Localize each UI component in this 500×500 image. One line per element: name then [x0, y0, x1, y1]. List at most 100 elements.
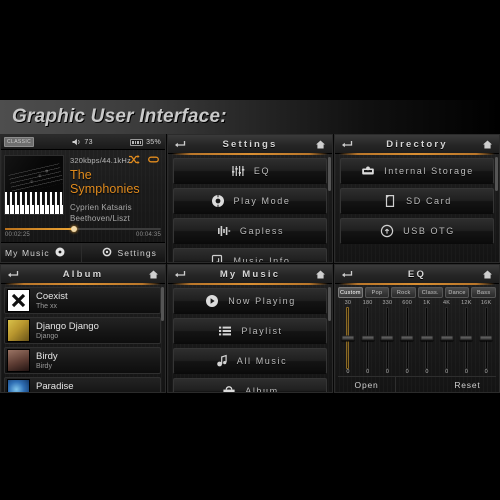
album-name: Paradise: [36, 380, 74, 392]
my-music-item-label: Album: [245, 386, 279, 393]
album-name: Birdy: [36, 350, 58, 362]
eq-reset-button[interactable]: Reset: [439, 377, 496, 392]
back-icon[interactable]: [173, 138, 186, 151]
repeat-icon[interactable]: [148, 155, 159, 164]
my-music-item-all-music[interactable]: All Music: [173, 348, 327, 374]
back-icon[interactable]: [6, 268, 19, 281]
screenshot-root: Graphic User Interface: CLASSIC 73 35% 3…: [0, 0, 500, 500]
battery-icon: [130, 138, 144, 146]
my-music-item-album[interactable]: Album: [173, 378, 327, 393]
album-name: Django Django: [36, 320, 99, 332]
album-list-item[interactable]: Paradise Clodplay: [4, 377, 161, 392]
eq-preset-pop[interactable]: Pop: [364, 287, 390, 298]
settings-item-play-mode[interactable]: Play Mode: [173, 188, 327, 214]
home-icon[interactable]: [481, 138, 494, 151]
play-mode-icon: [210, 193, 226, 209]
eq-slider-600[interactable]: [397, 307, 417, 369]
eq-slider-handle[interactable]: [440, 335, 454, 341]
elapsed-time: 00:02:25: [5, 232, 30, 238]
all-music-icon: [213, 353, 229, 369]
shuffle-icon[interactable]: [129, 155, 140, 164]
my-music-button[interactable]: My Music: [1, 243, 81, 262]
home-icon[interactable]: [481, 268, 494, 281]
album-thumbnail: [7, 289, 30, 312]
speaker-icon: [72, 135, 81, 151]
back-icon[interactable]: [173, 268, 186, 281]
album-list-item[interactable]: Django Django Django: [4, 317, 161, 344]
my-music-icon: [55, 244, 65, 262]
settings-button[interactable]: Settings: [80, 243, 166, 262]
my-music-scrollbar[interactable]: [328, 287, 331, 321]
eq-open-button[interactable]: Open: [338, 377, 395, 392]
eq-slider-handle[interactable]: [341, 335, 355, 341]
now-playing-block: 320kbps/44.1kHz The Symphonies Cyprien K…: [1, 150, 165, 224]
settings-item-label: Play Mode: [233, 196, 291, 206]
settings-scrollbar[interactable]: [328, 157, 331, 191]
home-icon[interactable]: [147, 268, 160, 281]
track-title: The Symphonies: [70, 168, 140, 196]
play-circle-icon: [204, 293, 220, 309]
eq-preset-bass[interactable]: Bass: [471, 287, 497, 298]
eq-value: 0: [385, 369, 389, 375]
eq-value: 0: [346, 369, 350, 375]
settings-title: Settings: [222, 138, 278, 150]
album-artist: Birdy: [36, 362, 52, 370]
eq-preset-custom[interactable]: Custom: [338, 287, 363, 298]
gapless-icon: [216, 223, 232, 239]
volume-value: 73: [84, 138, 93, 146]
eq-value-labels: 0 0 0 0 0 0 0 0: [338, 369, 496, 375]
album-scrollbar[interactable]: [161, 287, 164, 321]
album-list-item[interactable]: Birdy Birdy: [4, 347, 161, 374]
directory-item-usb-otg[interactable]: USB OTG: [340, 218, 494, 244]
back-icon[interactable]: [340, 138, 353, 151]
eq-slider-12k[interactable]: [457, 307, 477, 369]
progress-slider[interactable]: [5, 226, 161, 232]
album-art[interactable]: [4, 155, 64, 215]
album-header: Album: [1, 265, 165, 285]
track-composer: Beethoven/Liszt: [70, 214, 130, 223]
eq-freq-label: 12K: [461, 300, 472, 306]
eq-value: 0: [445, 369, 449, 375]
eq-preset-dance[interactable]: Dance: [444, 287, 470, 298]
eq-slider-30[interactable]: [338, 307, 358, 369]
progress-knob[interactable]: [70, 226, 77, 232]
my-music-item-now-playing[interactable]: Now Playing: [173, 288, 327, 314]
album-item-text: Coexist The xx: [36, 291, 68, 311]
settings-label: Settings: [117, 247, 157, 258]
settings-item-music-info[interactable]: Music Info: [173, 248, 327, 262]
album-item-text: Birdy Birdy: [36, 351, 58, 371]
battery-indicator: 35%: [130, 138, 161, 146]
eq-slider-handle[interactable]: [420, 335, 434, 341]
eq-value: 0: [425, 369, 429, 375]
eq-slider-330[interactable]: [378, 307, 398, 369]
directory-item-sd-card[interactable]: SD Card: [340, 188, 494, 214]
settings-item-eq[interactable]: EQ: [173, 158, 327, 184]
eq-preset-rock[interactable]: Rock: [391, 287, 417, 298]
eq-slider-handle[interactable]: [380, 335, 394, 341]
back-icon[interactable]: [340, 268, 353, 281]
battery-value: 35%: [146, 138, 161, 146]
directory-scrollbar[interactable]: [495, 157, 498, 191]
eq-slider-16k[interactable]: [476, 307, 496, 369]
home-icon[interactable]: [314, 268, 327, 281]
my-music-panel: My Music Now Playing Playlist All Music …: [167, 264, 333, 393]
time-labels: 00:02:25 00:04:35: [5, 232, 161, 238]
directory-item-internal-storage[interactable]: Internal Storage: [340, 158, 494, 184]
eq-slider-handle[interactable]: [400, 335, 414, 341]
eq-preset-class[interactable]: Class.: [418, 287, 443, 298]
my-music-item-playlist[interactable]: Playlist: [173, 318, 327, 344]
eq-slider-handle[interactable]: [361, 335, 375, 341]
directory-item-label: SD Card: [406, 196, 452, 206]
eq-freq-label: 4K: [443, 300, 451, 306]
eq-slider-1k[interactable]: [417, 307, 437, 369]
album-list-item[interactable]: Coexist The xx: [4, 287, 161, 314]
player-panel: CLASSIC 73 35% 320kbps/44.1kHz The Symph…: [0, 134, 166, 263]
eq-slider-handle[interactable]: [459, 335, 473, 341]
home-icon[interactable]: [314, 138, 327, 151]
directory-menu: Internal Storage SD Card USB OTG: [335, 154, 499, 244]
track-metadata: 320kbps/44.1kHz The Symphonies Cyprien K…: [70, 155, 161, 224]
eq-slider-4k[interactable]: [437, 307, 457, 369]
settings-item-gapless[interactable]: Gapless: [173, 218, 327, 244]
eq-slider-180[interactable]: [358, 307, 378, 369]
eq-slider-handle[interactable]: [479, 335, 493, 341]
